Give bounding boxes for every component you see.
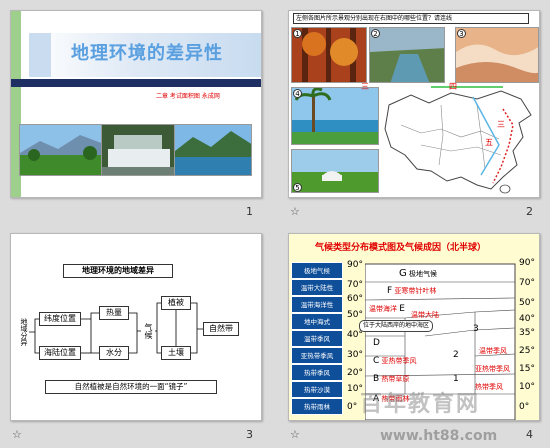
desert-dunes-photo	[455, 27, 539, 83]
lat-right-25: 25°	[519, 346, 535, 356]
zone-number-1: 1	[453, 374, 459, 384]
legend-tropical-desert: 热带沙漠	[291, 381, 343, 398]
autumn-forest-photo	[291, 27, 367, 83]
photo-label-5: 5	[293, 183, 302, 192]
zone-G: G 极地气候	[399, 268, 437, 279]
lat-left-50: 50°	[347, 310, 363, 320]
zone-number-2: 2	[453, 350, 459, 360]
lat-right-0: 0°	[519, 402, 530, 412]
zone-C: C 亚热带季风	[373, 356, 417, 366]
legend-continental: 温带大陆性	[291, 279, 343, 296]
zone-right-1: 温带大陆	[411, 311, 439, 319]
watermark-url: www.ht88.com	[380, 428, 498, 444]
lat-right-90: 90°	[519, 258, 535, 268]
grassland-yurt-photo	[291, 149, 379, 193]
china-map	[384, 86, 532, 194]
lat-left-20: 20°	[347, 368, 363, 378]
slide-thumbnail-3[interactable]: 地理环境的地域差异 地域分异 纬度位置 海陆位置 热量 水分 气候 植被 土壤 …	[10, 233, 262, 421]
slide-number-1: 1	[246, 205, 253, 218]
map-marker-4: 四	[449, 82, 457, 91]
lat-left-60: 60°	[347, 294, 363, 304]
lat-right-10: 10°	[519, 382, 535, 392]
lat-left-90: 90°	[347, 260, 363, 270]
legend-temperate-monsoon: 温带季风	[291, 330, 343, 347]
transition-star-3[interactable]: ☆	[12, 428, 22, 441]
zone-F: F 亚寒带针叶林	[387, 286, 437, 296]
slide-thumbnail-2[interactable]: 左侧各图片所示景观分别出现在右图中的哪些位置？请连线 1 2 3 4 5 三 四…	[288, 10, 540, 198]
legend-tropical-monsoon: 热带季风	[291, 364, 343, 381]
zone-number-3: 3	[473, 324, 479, 334]
coast-palm-photo	[291, 87, 379, 145]
legend-polar: 极地气候	[291, 262, 343, 279]
legend-oceanic: 温带海洋性	[291, 296, 343, 313]
callout-box: 位于大陆西岸的地中海区	[359, 320, 433, 332]
slide-title: 地理环境的差异性	[71, 43, 223, 64]
lat-left-70: 70°	[347, 280, 363, 290]
legend-rainforest: 热带雨林	[291, 398, 343, 415]
legend-subtropical-monsoon: 亚热带季风	[291, 347, 343, 364]
transition-star-4[interactable]: ☆	[290, 428, 300, 441]
river-canyon-photo	[369, 27, 445, 83]
lat-right-40: 40°	[519, 314, 535, 324]
map-marker-3a: 三	[361, 82, 369, 91]
slide-thumbnail-1[interactable]: 地理环境的差异性 二章 考试面积图 永成网 1	[10, 10, 262, 198]
map-marker-5: 五	[485, 138, 493, 147]
lat-left-0: 0°	[347, 402, 358, 412]
lat-left-30: 30°	[347, 350, 363, 360]
slide-title: 气候类型分布模式图及气候成因（北半球）	[315, 243, 487, 253]
photo-label-4: 4	[293, 89, 302, 98]
lat-right-35: 35°	[519, 328, 535, 338]
slide-number-3: 3	[246, 428, 253, 441]
map-marker-3b: 三	[497, 120, 505, 129]
slide-subtitle: 二章 考试面积图 永成网	[156, 93, 220, 100]
zone-D: D	[373, 338, 380, 348]
legend-mediterranean: 地中海式	[291, 313, 343, 330]
zone-right-2: 温带季风	[479, 347, 507, 355]
slide-number-4: 4	[526, 428, 533, 441]
title-accent-block	[29, 33, 51, 77]
lat-right-15: 15°	[519, 364, 535, 374]
zone-right-3: 亚热带季风	[475, 365, 510, 373]
mountain-lake-photo	[174, 124, 252, 176]
watermark-logo: 百年教育网	[360, 392, 481, 417]
photo-label-2: 2	[371, 29, 380, 38]
photo-label-1: 1	[293, 29, 302, 38]
slide-number-2: 2	[526, 205, 533, 218]
lat-right-50: 50°	[519, 298, 535, 308]
zone-B: B 热带草原	[373, 374, 410, 384]
navy-stripe	[11, 79, 261, 87]
lat-left-40: 40°	[347, 330, 363, 340]
zone-E: 温带海洋 E	[369, 304, 405, 314]
transition-star-2[interactable]: ☆	[290, 205, 300, 218]
waterfall-photo	[101, 124, 175, 176]
footer-caption-box: 自然植被是自然环境的一面“镜子”	[45, 380, 217, 394]
lat-right-70: 70°	[519, 278, 535, 288]
slide-header: 左侧各图片所示景观分别出现在右图中的哪些位置？请连线	[293, 13, 529, 24]
photo-label-3: 3	[457, 29, 466, 38]
golf-course-photo	[19, 124, 111, 176]
